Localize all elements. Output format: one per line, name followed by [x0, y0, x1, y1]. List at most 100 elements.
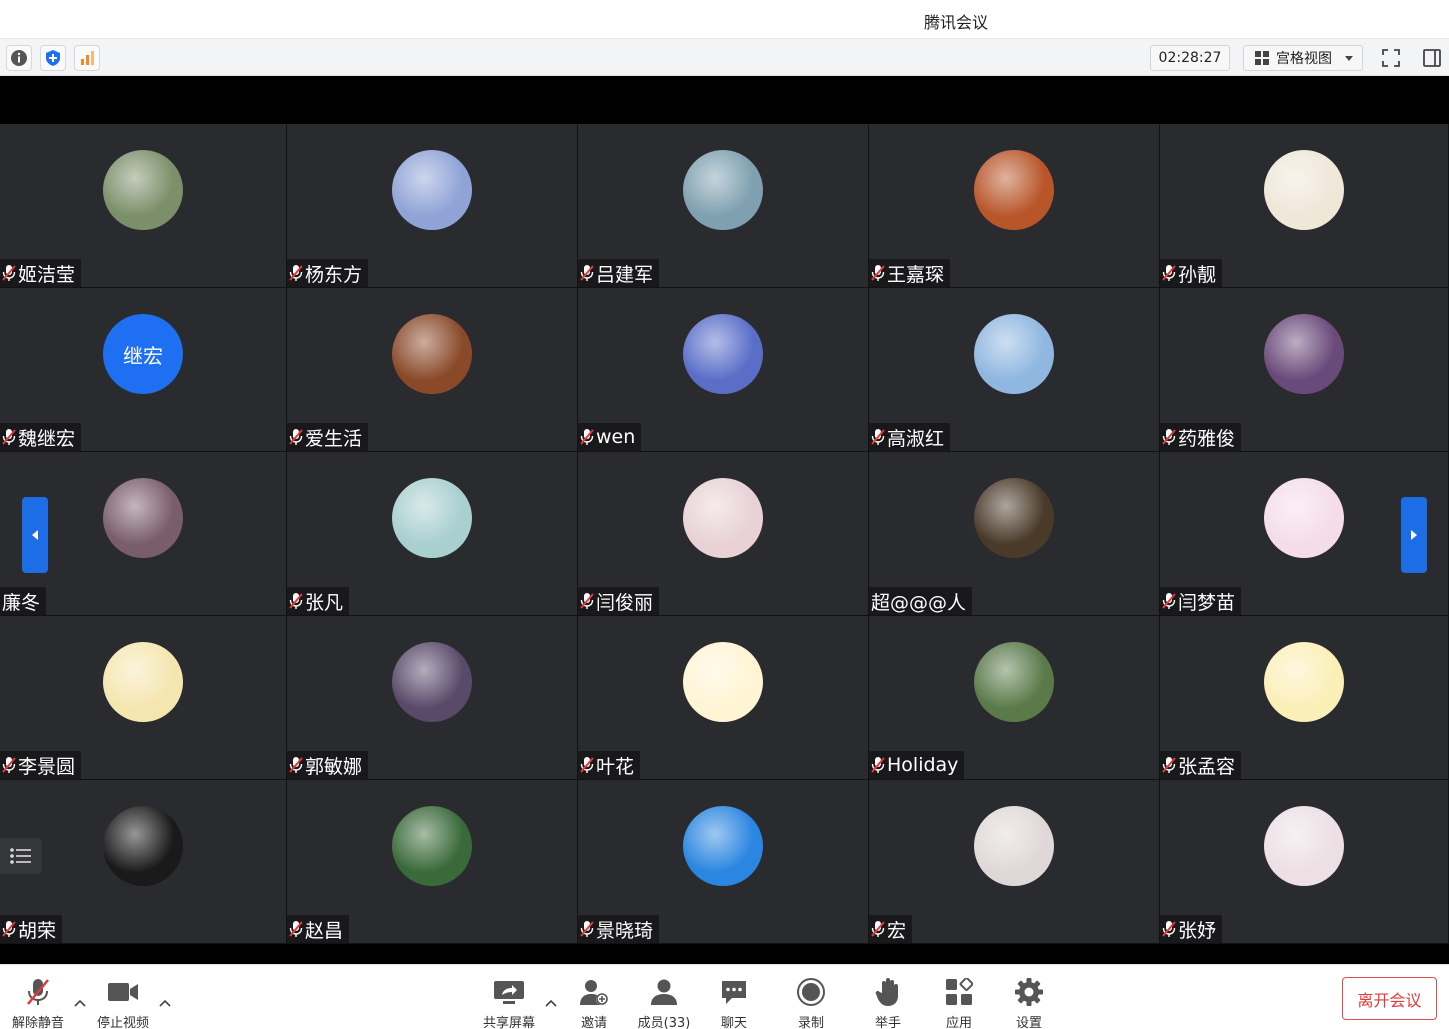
meeting-window: 腾讯会议 02:28:27 宫格视图 姬洁莹 杨东方 吕建军 王嘉琛 孙靓继宏 魏继宏 爱生… [0, 0, 1449, 1029]
name-tag: 郭敏娜 [287, 751, 369, 779]
muted-microphone-icon [2, 920, 16, 938]
participant-tile[interactable]: 吕建军 [578, 124, 869, 288]
name-tag: 闫梦苗 [1160, 587, 1242, 615]
add-user-icon [577, 977, 611, 1007]
video-camera-icon [106, 977, 140, 1007]
participant-tile[interactable]: 李景圆 [0, 616, 287, 780]
name-tag: 宏 [869, 915, 913, 943]
participant-tile[interactable]: wen [578, 288, 869, 452]
stop-video-button[interactable]: 停止视频 [88, 977, 158, 1029]
participant-tile[interactable]: 叶花 [578, 616, 869, 780]
participant-tile[interactable]: 王嘉琛 [869, 124, 1160, 288]
avatar [392, 314, 472, 394]
participant-name: 高淑红 [887, 427, 945, 450]
signal-bars-icon[interactable] [74, 45, 100, 71]
fullscreen-icon[interactable] [1378, 45, 1404, 71]
members-label: 成员(33) [637, 1016, 691, 1029]
participant-tile[interactable]: 宏 [869, 780, 1160, 944]
participant-name: 廉冬 [2, 591, 41, 614]
settings-label: 设置 [1015, 1016, 1042, 1029]
leave-meeting-button[interactable]: 离开会议 [1342, 977, 1437, 1020]
muted-microphone-icon [580, 756, 594, 774]
muted-microphone-icon [1162, 428, 1176, 446]
name-tag: 药雅俊 [1160, 423, 1242, 451]
avatar [392, 806, 472, 886]
muted-microphone-icon [289, 592, 303, 610]
name-tag: 爱生活 [287, 423, 369, 451]
name-tag: 廉冬 [0, 587, 47, 615]
avatar [974, 150, 1054, 230]
raise-hand-button[interactable]: 举手 [853, 977, 923, 1029]
meeting-timer: 02:28:27 [1150, 45, 1230, 71]
next-page-button[interactable] [1401, 497, 1427, 573]
participant-tile[interactable]: 郭敏娜 [287, 616, 578, 780]
participant-tile[interactable]: Holiday [869, 616, 1160, 780]
name-tag: 李景圆 [0, 751, 82, 779]
participant-name: 赵昌 [305, 919, 344, 942]
chevron-left-icon [32, 530, 38, 540]
participant-name: 闫俊丽 [596, 591, 654, 614]
sidebar-toggle-icon[interactable] [1419, 45, 1445, 71]
previous-page-button[interactable] [22, 497, 48, 573]
avatar [392, 642, 472, 722]
record-button[interactable]: 录制 [776, 977, 846, 1029]
shield-icon[interactable] [40, 45, 66, 71]
participant-tile[interactable]: 杨东方 [287, 124, 578, 288]
apps-button[interactable]: 应用 [924, 977, 994, 1029]
chat-button[interactable]: 聊天 [699, 977, 769, 1029]
participant-name: 闫梦苗 [1178, 591, 1236, 614]
apps-icon [942, 977, 976, 1007]
name-tag: 吕建军 [578, 259, 660, 287]
invite-button[interactable]: 邀请 [559, 977, 629, 1029]
chat-bubble-icon [717, 977, 751, 1007]
share-screen-icon [492, 977, 526, 1007]
participant-name: 杨东方 [305, 263, 363, 286]
participant-name: 宏 [887, 919, 907, 942]
avatar [974, 478, 1054, 558]
participant-tile[interactable]: 张妤 [1160, 780, 1449, 944]
participant-tile[interactable]: 超@@@人 [869, 452, 1160, 616]
muted-microphone-icon [871, 920, 885, 938]
hand-icon [871, 977, 905, 1007]
window-title: 腾讯会议 [923, 13, 988, 32]
avatar [974, 806, 1054, 886]
share-options-chevron-icon[interactable] [545, 998, 557, 1008]
participant-name: 药雅俊 [1178, 427, 1236, 450]
share-screen-button[interactable]: 共享屏幕 [474, 977, 544, 1029]
participant-tile[interactable]: 继宏 魏继宏 [0, 288, 287, 452]
members-button[interactable]: 成员(33) [629, 977, 699, 1029]
view-mode-select[interactable]: 宫格视图 [1243, 45, 1363, 71]
name-tag: 景晓琦 [578, 915, 660, 943]
participant-tile[interactable]: 姬洁莹 [0, 124, 287, 288]
audio-options-chevron-icon[interactable] [74, 998, 86, 1008]
avatar [103, 478, 183, 558]
muted-microphone-icon [1162, 592, 1176, 610]
info-icon[interactable] [6, 45, 32, 71]
participant-tile[interactable]: 爱生活 [287, 288, 578, 452]
participant-name: 吕建军 [596, 263, 654, 286]
participant-tile[interactable]: 闫俊丽 [578, 452, 869, 616]
muted-microphone-icon [1162, 756, 1176, 774]
participant-name: wen [596, 426, 636, 448]
participant-tile[interactable]: 胡荣 [0, 780, 287, 944]
unmute-button[interactable]: 解除静音 [3, 977, 73, 1029]
name-tag: 孙靓 [1160, 259, 1223, 287]
list-icon[interactable] [0, 838, 42, 874]
participant-tile[interactable]: 景晓琦 [578, 780, 869, 944]
participant-tile[interactable]: 药雅俊 [1160, 288, 1449, 452]
participant-tile[interactable]: 张孟容 [1160, 616, 1449, 780]
participant-name: 景晓琦 [596, 919, 654, 942]
participant-tile[interactable]: 赵昌 [287, 780, 578, 944]
record-label: 录制 [797, 1016, 824, 1029]
video-options-chevron-icon[interactable] [159, 998, 171, 1008]
avatar [683, 806, 763, 886]
participant-tile[interactable]: 高淑红 [869, 288, 1160, 452]
muted-microphone-icon [21, 977, 55, 1007]
settings-button[interactable]: 设置 [994, 977, 1064, 1029]
muted-microphone-icon [580, 920, 594, 938]
participant-tile[interactable]: 孙靓 [1160, 124, 1449, 288]
name-tag: 杨东方 [287, 259, 369, 287]
name-tag: 赵昌 [287, 915, 350, 943]
avatar [1264, 806, 1344, 886]
participant-tile[interactable]: 张凡 [287, 452, 578, 616]
